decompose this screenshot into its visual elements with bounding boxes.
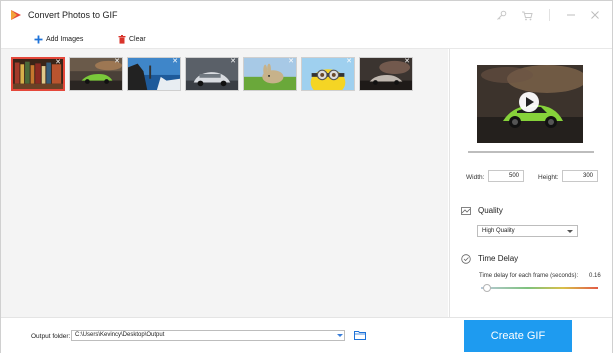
width-label: Width: [466, 174, 485, 181]
add-images-button[interactable]: Add Images [34, 33, 83, 45]
key-icon[interactable] [492, 7, 510, 23]
time-delay-value: 0.16 [589, 273, 601, 279]
height-input[interactable]: 300 [562, 170, 598, 182]
quality-selected-value: High Quality [482, 228, 515, 234]
image-list-panel: ✕ ✕ ✕ ✕ ✕ ✕ ✕ [1, 49, 448, 317]
thumbnail-rabbit-grass[interactable]: ✕ [243, 57, 297, 91]
time-delay-title: Time Delay [478, 254, 519, 263]
app-window: Convert Photos to GIF Add Images Clear ✕… [0, 0, 613, 353]
plus-icon [34, 35, 43, 43]
remove-thumbnail-icon[interactable]: ✕ [288, 58, 294, 65]
remove-thumbnail-icon[interactable]: ✕ [230, 58, 236, 65]
time-delay-slider[interactable] [481, 287, 598, 289]
clock-icon [461, 254, 471, 264]
preview-progress-fill [468, 151, 594, 153]
output-dropdown-button[interactable] [334, 330, 346, 341]
remove-thumbnail-icon[interactable]: ✕ [172, 58, 178, 65]
app-logo-icon [11, 10, 21, 20]
thumbnail-silver-car[interactable]: ✕ [185, 57, 239, 91]
thumbnail-cartoon-minion[interactable]: ✕ [301, 57, 355, 91]
thumbnail-strip: ✕ ✕ ✕ ✕ ✕ ✕ ✕ [11, 57, 413, 91]
thumbnail-car-sunset[interactable]: ✕ [69, 57, 123, 91]
toolbar: Add Images Clear [1, 29, 612, 49]
output-folder-input[interactable]: C:\Users\Kevincy\Desktop\Output [71, 330, 345, 341]
chevron-down-icon [567, 230, 573, 233]
remove-thumbnail-icon[interactable]: ✕ [346, 58, 352, 65]
trash-icon [118, 34, 126, 44]
play-button[interactable] [519, 92, 539, 112]
title-bar: Convert Photos to GIF [1, 1, 612, 29]
gif-preview [477, 65, 583, 143]
clear-label: Clear [129, 35, 146, 43]
remove-thumbnail-icon[interactable]: ✕ [404, 58, 410, 65]
minimize-icon[interactable] [562, 7, 580, 23]
close-icon[interactable] [586, 7, 604, 23]
window-title: Convert Photos to GIF [28, 10, 118, 20]
time-delay-slider-thumb[interactable] [482, 284, 491, 292]
add-images-label: Add Images [46, 35, 84, 43]
remove-thumbnail-icon[interactable]: ✕ [55, 59, 61, 66]
preview-progress-bar[interactable] [468, 151, 594, 153]
time-delay-description: Time delay for each frame (seconds): [479, 273, 579, 279]
create-gif-button[interactable]: Create GIF [464, 320, 572, 352]
remove-thumbnail-icon[interactable]: ✕ [114, 58, 120, 65]
height-label: Height: [538, 174, 559, 181]
thumbnail-bookshelf[interactable]: ✕ [11, 57, 65, 91]
quality-title: Quality [478, 206, 503, 215]
thumbnail-cliff-sea[interactable]: ✕ [127, 57, 181, 91]
settings-panel: Width: 500 Height: 300 Quality High Qual… [449, 49, 612, 317]
bottom-bar: Output folder: C:\Users\Kevincy\Desktop\… [1, 317, 612, 353]
title-bar-divider [549, 9, 550, 21]
quality-select[interactable]: High Quality [477, 225, 578, 237]
width-input[interactable]: 500 [488, 170, 524, 182]
output-folder-label: Output folder: [31, 333, 71, 340]
cart-icon[interactable] [518, 7, 536, 23]
thumbnail-car-dark[interactable]: ✕ [359, 57, 413, 91]
clear-button[interactable]: Clear [118, 33, 146, 45]
quality-icon [461, 207, 471, 215]
folder-icon[interactable] [354, 330, 366, 340]
